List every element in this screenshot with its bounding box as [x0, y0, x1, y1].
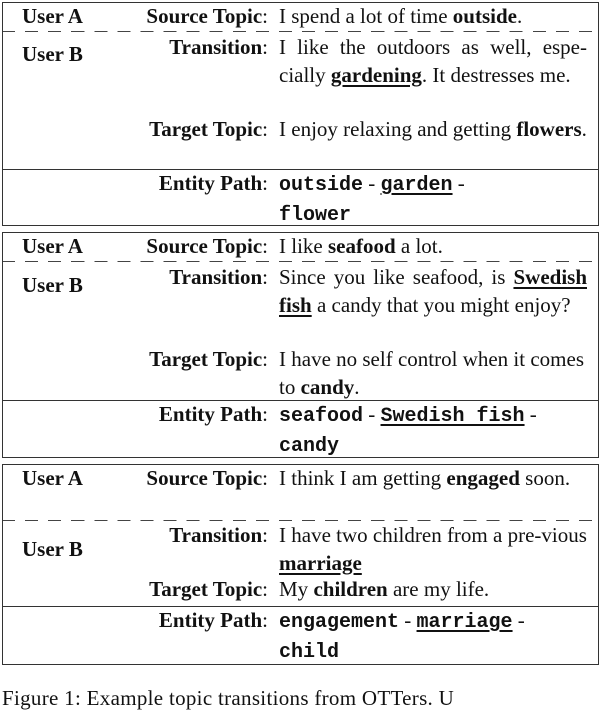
target-topic-text: My children are my life. [279, 577, 490, 601]
example-box-3: User A Source Topic: I think I am gettin… [2, 464, 599, 665]
target-topic-label: Target Topic: [149, 117, 268, 141]
transition-label: Transition: [169, 265, 268, 289]
transition-text: Since you like seafood, is Swedish fish … [279, 265, 587, 317]
source-topic-text: I spend a lot of time outside. [279, 4, 523, 28]
user-b-label: User B [22, 42, 83, 66]
example-box-2: User A Source Topic: I like seafood a lo… [2, 232, 599, 458]
entity-path-text: seafood - Swedish fish - candy [279, 402, 537, 458]
figure-caption: Figure 1: Example topic transitions from… [2, 686, 455, 710]
transition-label: Transition: [169, 35, 268, 59]
transition-text: I like the outdoors as well, espe-cially… [279, 35, 587, 87]
target-topic-text: I enjoy relaxing and getting flowers. [279, 117, 587, 141]
target-topic-label: Target Topic: [149, 577, 268, 601]
entity-path-label: Entity Path: [158, 171, 268, 195]
user-b-label: User B [22, 273, 83, 297]
target-topic-label: Target Topic: [149, 347, 268, 371]
example-box-1: User A Source Topic: I spend a lot of ti… [2, 2, 599, 227]
dashed-divider [3, 31, 598, 32]
user-a-label: User A [22, 466, 83, 490]
transition-label: Transition: [169, 523, 268, 547]
transition-text: I have two children from a pre-vious mar… [279, 523, 587, 575]
user-a-label: User A [22, 234, 83, 258]
source-topic-text: I like seafood a lot. [279, 234, 443, 258]
entity-path-label: Entity Path: [158, 608, 268, 632]
user-b-label: User B [22, 537, 83, 561]
entity-path-text: engagement - marriage - child [279, 608, 525, 664]
user-a-label: User A [22, 4, 83, 28]
source-topic-label: Source Topic: [146, 466, 268, 490]
dashed-divider [3, 261, 598, 262]
transition-entity: marriage [279, 550, 362, 575]
source-topic-label: Source Topic: [146, 4, 268, 28]
source-topic-text: I think I am getting engaged soon. [279, 466, 571, 490]
transition-entity: gardening [330, 62, 422, 87]
entity-path-label: Entity Path: [158, 402, 268, 426]
source-topic-label: Source Topic: [146, 234, 268, 258]
entity-path-text: outside - garden - flower [279, 171, 465, 227]
target-topic-text: I have no self control when it comes to … [279, 347, 584, 399]
dashed-divider [3, 520, 598, 521]
